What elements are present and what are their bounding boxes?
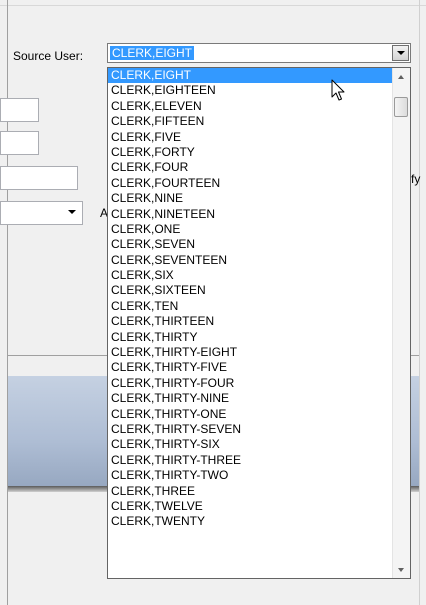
dropdown-option[interactable]: CLERK,THIRTY-SIX <box>108 437 393 452</box>
dropdown-option[interactable]: CLERK,THIRTY-FIVE <box>108 360 393 375</box>
dropdown-option[interactable]: CLERK,EIGHTEEN <box>108 83 393 98</box>
dropdown-option[interactable]: CLERK,THIRTY-ONE <box>108 407 393 422</box>
dropdown-options: CLERK,EIGHT CLERK,EIGHTEEN CLERK,ELEVEN CLE… <box>108 68 393 578</box>
source-user-selected-value: CLERK,EIGHT <box>110 46 195 60</box>
source-user-combo[interactable]: CLERK,EIGHT <box>107 43 411 63</box>
dropdown-option[interactable]: CLERK,THREE <box>108 484 393 499</box>
dropdown-option[interactable]: CLERK,THIRTY-THREE <box>108 453 393 468</box>
dropdown-option[interactable]: CLERK,THIRTEEN <box>108 314 393 329</box>
dropdown-option[interactable]: CLERK,THIRTY-FOUR <box>108 376 393 391</box>
dropdown-option[interactable]: CLERK,NINE <box>108 191 393 206</box>
dropdown-option[interactable]: CLERK,THIRTY-TWO <box>108 468 393 483</box>
partial-label-fy: fy <box>411 172 421 186</box>
scroll-up-icon <box>398 75 404 79</box>
dropdown-option[interactable]: CLERK,TWELVE <box>108 499 393 514</box>
dropdown-option[interactable]: CLERK,TWENTY <box>108 514 393 529</box>
source-user-dropdown-button[interactable] <box>392 45 409 61</box>
dropdown-option[interactable]: CLERK,TEN <box>108 299 393 314</box>
dropdown-option[interactable]: CLERK,SIX <box>108 268 393 283</box>
window-frame: A fy Source User: CLERK,EIGHT CLERK,EIGH… <box>0 0 426 605</box>
background-field-1[interactable] <box>0 98 39 122</box>
source-user-dropdown-list[interactable]: CLERK,EIGHT CLERK,EIGHTEEN CLERK,ELEVEN CLE… <box>107 67 411 579</box>
dropdown-option[interactable]: CLERK,FOURTEEN <box>108 176 393 191</box>
dropdown-option[interactable]: CLERK,FORTY <box>108 145 393 160</box>
scroll-down-button[interactable] <box>393 561 410 578</box>
dropdown-option[interactable]: CLERK,THIRTY-EIGHT <box>108 345 393 360</box>
mouse-pointer-icon <box>331 79 345 101</box>
dropdown-option[interactable]: CLERK,EIGHT <box>108 68 393 84</box>
dropdown-option[interactable]: CLERK,SEVENTEEN <box>108 253 393 268</box>
source-user-label: Source User: <box>13 49 84 63</box>
dropdown-option[interactable]: CLERK,SIXTEEN <box>108 283 393 298</box>
chevron-down-icon <box>397 51 405 55</box>
scroll-up-button[interactable] <box>393 68 410 85</box>
window-top-edge <box>0 5 426 6</box>
dropdown-option[interactable]: CLERK,SEVEN <box>108 237 393 252</box>
background-field-3[interactable] <box>0 166 78 190</box>
chevron-down-icon <box>68 210 76 214</box>
dropdown-option[interactable]: CLERK,ONE <box>108 222 393 237</box>
dropdown-option[interactable]: CLERK,THIRTY-NINE <box>108 391 393 406</box>
window-right-edge <box>419 0 420 605</box>
dropdown-option[interactable]: CLERK,FIFTEEN <box>108 114 393 129</box>
scroll-down-icon <box>398 568 404 572</box>
dropdown-scrollbar[interactable] <box>392 68 410 578</box>
dropdown-option[interactable]: CLERK,THIRTY <box>108 330 393 345</box>
dropdown-option[interactable]: CLERK,ELEVEN <box>108 99 393 114</box>
background-select[interactable] <box>0 201 83 225</box>
background-field-2[interactable] <box>0 131 39 155</box>
dropdown-option[interactable]: CLERK,FIVE <box>108 130 393 145</box>
dropdown-option[interactable]: CLERK,FOUR <box>108 160 393 175</box>
scroll-thumb[interactable] <box>394 97 408 117</box>
dropdown-option[interactable]: CLERK,NINETEEN <box>108 207 393 222</box>
dropdown-option[interactable]: CLERK,THIRTY-SEVEN <box>108 422 393 437</box>
